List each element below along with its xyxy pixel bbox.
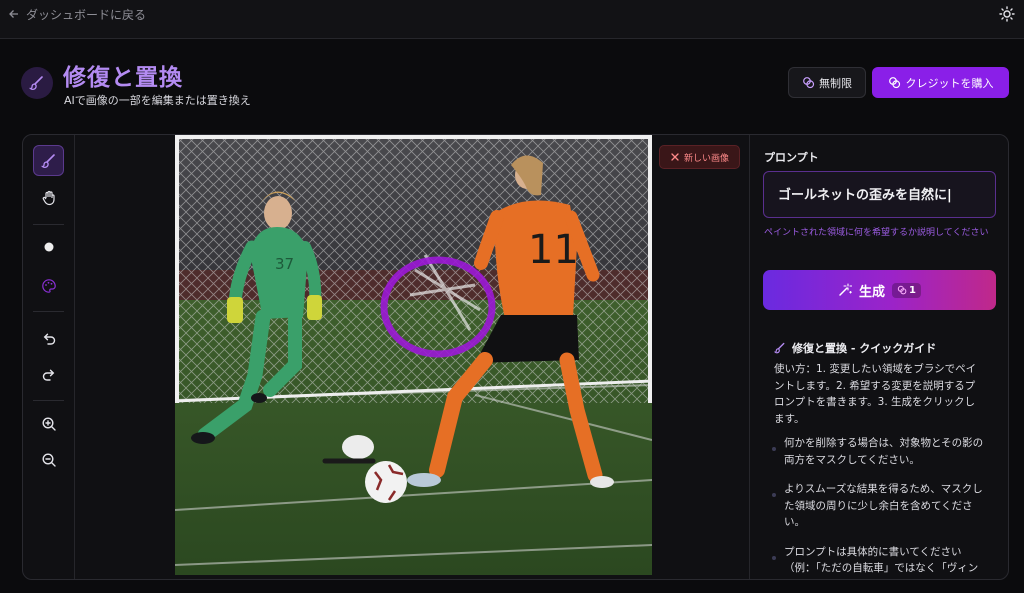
theme-toggle-button[interactable] [998, 5, 1016, 23]
brush-size-button[interactable] [33, 231, 64, 262]
bullet-dot-icon [772, 555, 776, 560]
coins-icon [803, 77, 815, 89]
close-icon [671, 153, 679, 161]
prompt-hint: ペイントされた領域に何を希望するか説明してください [764, 228, 989, 238]
tip-text: よりスムーズな結果を得るため、マスクした領域の周りに少し余白を含めてください。 [784, 483, 983, 528]
soccer-photo: 37 11 [175, 135, 652, 575]
unlimited-button[interactable]: 無制限 [788, 67, 866, 98]
header-brush-icon-badge [21, 67, 53, 99]
zoom-in-button[interactable] [33, 408, 64, 439]
magic-wand-icon [839, 283, 852, 296]
arrow-left-icon [9, 10, 18, 18]
coins-icon [888, 77, 900, 89]
tip-item: 何かを削除する場合は、対象物とその影の両方をマスクしてください。 [772, 435, 987, 468]
edit-canvas-image[interactable]: 37 11 [175, 135, 652, 575]
soccer-ball [365, 461, 407, 503]
prompt-panel: プロンプト ゴールネットの歪みを自然に| ペイントされた領域に何を希望するか説明… [749, 135, 1008, 580]
back-to-dashboard-link[interactable]: ダッシュボードに戻る [8, 5, 146, 23]
brush-tool-button[interactable] [33, 145, 64, 176]
redo-button[interactable] [33, 359, 64, 390]
brush-icon [774, 342, 785, 354]
bullet-dot-icon [772, 493, 776, 497]
editor-workspace: 37 11 新しい画像 プロンプト ゴールネットの歪みを自然に| ペイントされた… [22, 134, 1009, 580]
prompt-value: ゴールネットの歪みを自然に [778, 188, 948, 203]
hand-icon [42, 190, 55, 205]
coins-icon [897, 285, 907, 295]
page-subtitle: AIで画像の一部を編集または置き換え [64, 94, 251, 107]
jersey-number: 11 [528, 227, 579, 273]
top-bar: ダッシュボードに戻る [0, 0, 1024, 39]
zoom-out-button[interactable] [33, 444, 64, 475]
new-image-label: 新しい画像 [683, 153, 729, 164]
buy-credits-label: クレジットを購入 [905, 76, 994, 90]
page-title: 修復と置換 [63, 65, 183, 91]
tips-list: 何かを削除する場合は、対象物とその影の両方をマスクしてください。 よりスムーズな… [772, 435, 987, 580]
toolbar-divider [33, 311, 64, 312]
prompt-label: プロンプト [764, 151, 819, 164]
bullet-dot-icon [772, 447, 776, 451]
quick-guide-body: 使い方：1. 変更したい領域をブラシでペイントします。2. 希望する変更を説明す… [774, 363, 977, 425]
tip-item: プロンプトは具体的に書いてください（例：「ただの自転車」ではなく「ヴィンテージの… [772, 544, 987, 580]
tool-sidebar [23, 135, 75, 579]
dot-icon [44, 242, 53, 251]
prompt-input[interactable]: ゴールネットの歪みを自然に| [763, 171, 996, 218]
buy-credits-button[interactable]: クレジットを購入 [872, 67, 1009, 98]
back-label: ダッシュボードに戻る [26, 7, 147, 22]
toolbar-divider [33, 400, 64, 401]
redo-icon [42, 369, 54, 381]
unlimited-label: 無制限 [819, 76, 852, 90]
tip-text: プロンプトは具体的に書いてください（例：「ただの自転車」ではなく「ヴィンテージの… [784, 545, 979, 580]
credit-cost-badge: 1 [892, 282, 921, 298]
brush-icon [40, 153, 55, 168]
new-image-button[interactable]: 新しい画像 [659, 145, 740, 169]
toolbar-divider [33, 224, 64, 225]
color-palette-button[interactable] [33, 270, 64, 301]
undo-button[interactable] [33, 323, 64, 354]
second-ball [342, 435, 374, 459]
zoom-out-icon [41, 452, 56, 467]
tip-item: よりスムーズな結果を得るため、マスクした領域の周りに少し余白を含めてください。 [772, 481, 987, 531]
brush-icon [29, 76, 43, 90]
palette-icon [41, 278, 56, 293]
credit-cost: 1 [909, 284, 916, 296]
tip-text: 何かを削除する場合は、対象物とその影の両方をマスクしてください。 [784, 437, 984, 466]
quick-guide-title: 修復と置換 - クイックガイド [774, 340, 936, 356]
sun-icon [999, 6, 1015, 22]
generate-button[interactable]: 生成 1 [763, 270, 996, 310]
keeper-number: 37 [275, 255, 294, 273]
canvas-area: 37 11 新しい画像 [75, 135, 749, 579]
generate-label: 生成 [859, 284, 886, 300]
zoom-in-icon [41, 416, 56, 431]
guide-title-label: 修復と置換 - クイックガイド [792, 342, 937, 355]
undo-icon [43, 333, 55, 345]
pan-tool-button[interactable] [33, 182, 64, 213]
